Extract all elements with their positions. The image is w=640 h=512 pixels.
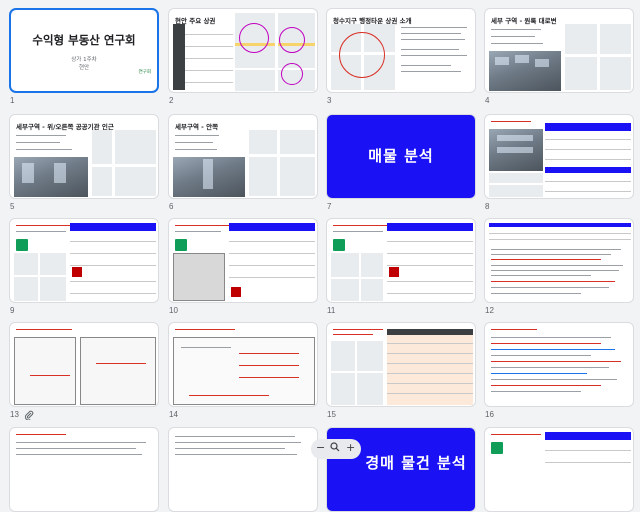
slide-number: 4	[485, 96, 490, 105]
slide-floor-plan	[173, 253, 225, 301]
slide-thumbnail-2[interactable]: 현안 주요 상권	[168, 8, 318, 93]
slide-thumbnail-11[interactable]	[326, 218, 476, 303]
slide-title: 경매 물건 분석	[365, 454, 467, 472]
slide-photo	[14, 157, 88, 197]
slide-thumbnail-8[interactable]	[484, 114, 634, 199]
zoom-in-button[interactable]: +	[346, 441, 355, 454]
slide-number: 11	[327, 306, 336, 315]
slide-thumbnail-5[interactable]: 세부구역 - 위/오른쪽 공공기관 인근	[9, 114, 159, 199]
slide-number: 5	[10, 202, 15, 211]
slide-number: 3	[327, 96, 332, 105]
slide-map	[14, 253, 66, 301]
slide-map	[331, 253, 383, 301]
slide-number: 6	[169, 202, 174, 211]
slide-map	[249, 130, 315, 196]
slide-thumbnail-18[interactable]	[168, 427, 318, 512]
slide-number: 7	[327, 202, 332, 211]
slide-document-2	[80, 337, 156, 405]
slide-photo	[489, 51, 561, 91]
slide-table	[70, 223, 156, 301]
slide-title: 매물 분석	[368, 147, 434, 165]
slide-table	[387, 329, 473, 405]
zoom-out-button[interactable]: −	[316, 441, 325, 454]
slide-thumbnail-1[interactable]: 수익형 부동산 연구회 상가 1주차 현안 연구회	[9, 8, 159, 93]
slide-number: 15	[327, 410, 336, 419]
slide-table	[545, 432, 631, 472]
slide-thumbnail-20[interactable]	[484, 427, 634, 512]
slide-thumbnail-16[interactable]	[484, 322, 634, 407]
slide-photo	[173, 157, 245, 197]
slide-photo	[489, 129, 543, 171]
slide-number: 1	[10, 96, 15, 105]
slide-thumbnail-13[interactable]	[9, 322, 159, 407]
slide-number: 8	[485, 202, 490, 211]
slide-title: 세부 구역 - 원룩 대로변	[491, 17, 557, 25]
slide-table	[387, 223, 473, 301]
slide-thumbnail-6[interactable]: 세부구역 - 안쪽	[168, 114, 318, 199]
slide-number: 14	[169, 410, 178, 419]
slide-map	[92, 130, 156, 196]
slide-table	[173, 24, 233, 90]
slide-thumbnail-15[interactable]	[326, 322, 476, 407]
slide-thumbnail-17[interactable]	[9, 427, 159, 512]
slide-number: 16	[485, 410, 494, 419]
slide-number: 10	[169, 306, 178, 315]
slide-thumbnail-10[interactable]	[168, 218, 318, 303]
zoom-control: − +	[311, 439, 361, 459]
slide-subtitle-2: 현안	[78, 65, 90, 71]
slide-thumbnail-12[interactable]	[484, 218, 634, 303]
slide-thumbnail-9[interactable]	[9, 218, 159, 303]
slide-grid: 수익형 부동산 연구회 상가 1주차 현안 연구회 1 현안 주요 상권 2 청…	[0, 0, 640, 512]
slide-table	[489, 223, 631, 243]
slide-subtitle: 상가 1주차	[71, 57, 97, 63]
slide-number: 13	[10, 410, 19, 419]
slide-map	[235, 13, 315, 91]
slide-number: 2	[169, 96, 174, 105]
slide-map	[331, 341, 383, 405]
slide-number: 9	[10, 306, 15, 315]
slide-map	[565, 24, 631, 90]
slide-tag: 연구회	[138, 70, 151, 75]
slide-number: 12	[485, 306, 494, 315]
slide-thumbnail-4[interactable]: 세부 구역 - 원룩 대로변	[484, 8, 634, 93]
slide-thumbnail-3[interactable]: 청수지구 행정타운 상권 소개	[326, 8, 476, 93]
slide-thumbnail-14[interactable]	[168, 322, 318, 407]
slide-table	[229, 223, 315, 301]
zoom-icon	[330, 442, 340, 455]
slide-thumbnail-7[interactable]: 매물 분석	[326, 114, 476, 199]
slide-table	[545, 123, 631, 197]
slide-title: 세부구역 - 안쪽	[175, 123, 219, 131]
slide-title: 수익형 부동산 연구회	[32, 33, 136, 47]
paperclip-icon	[24, 410, 34, 423]
slide-document	[14, 337, 76, 405]
slide-map	[331, 24, 395, 90]
